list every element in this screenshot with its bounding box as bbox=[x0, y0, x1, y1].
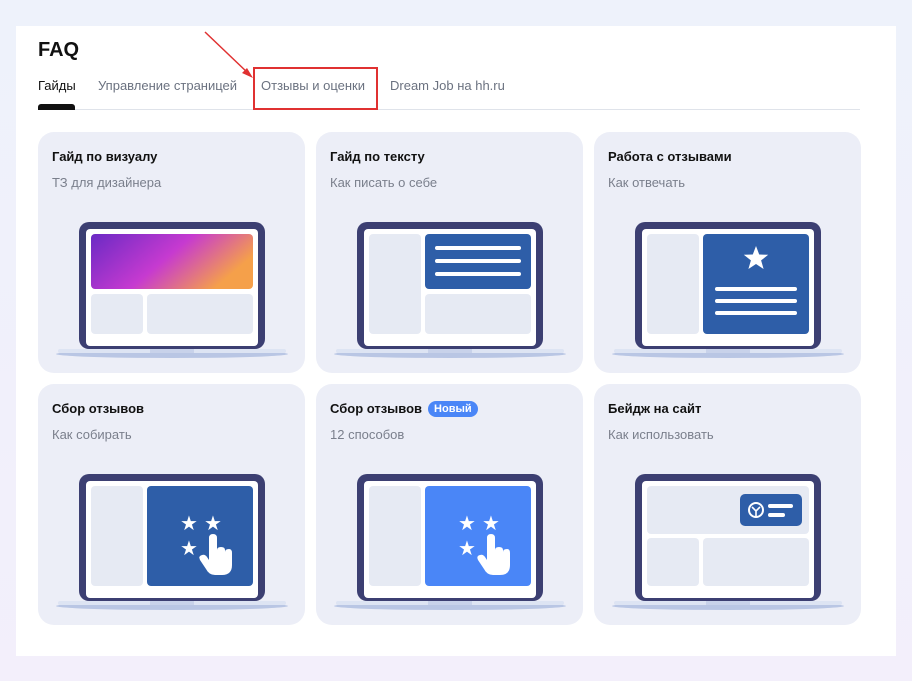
card-collect-reviews[interactable]: Сбор отзывов Как собирать ★ ★ ★ bbox=[38, 384, 305, 625]
svg-text:★: ★ bbox=[458, 511, 476, 535]
card-subtitle: ТЗ для дизайнера bbox=[52, 175, 162, 190]
svg-text:★: ★ bbox=[180, 536, 198, 560]
active-tab-indicator bbox=[38, 104, 75, 110]
laptop-gradient-banner-icon bbox=[56, 222, 288, 358]
card-title: Работа с отзывами bbox=[608, 149, 732, 164]
svg-text:★: ★ bbox=[180, 511, 198, 535]
svg-text:★: ★ bbox=[204, 511, 222, 535]
card-subtitle: Как собирать bbox=[52, 427, 132, 442]
card-title: Гайд по визуалу bbox=[52, 149, 158, 164]
tab-highlight-box bbox=[253, 67, 378, 110]
svg-text:★: ★ bbox=[482, 511, 500, 535]
new-badge: Новый bbox=[428, 401, 478, 417]
card-title: Гайд по тексту bbox=[330, 149, 425, 164]
laptop-stars-tap-light-icon: ★ ★ ★ bbox=[334, 474, 566, 610]
card-subtitle: Как писать о себе bbox=[330, 175, 438, 190]
tab-bar: Гайды Управление страницей Отзывы и оцен… bbox=[38, 78, 860, 110]
card-review-work[interactable]: Работа с отзывами Как отвечать bbox=[594, 132, 861, 373]
tab-dream-job[interactable]: Dream Job на hh.ru bbox=[390, 78, 505, 93]
card-title-text: Сбор отзывов bbox=[330, 401, 423, 416]
page-title: FAQ bbox=[38, 39, 80, 61]
card-subtitle: Как использовать bbox=[608, 427, 714, 442]
card-visual-guide[interactable]: Гайд по визуалу ТЗ для дизайнера bbox=[38, 132, 305, 373]
card-text-guide[interactable]: Гайд по тексту Как писать о себе bbox=[316, 132, 583, 373]
card-subtitle: Как отвечать bbox=[608, 175, 686, 190]
tab-page-management[interactable]: Управление страницей bbox=[98, 78, 237, 93]
laptop-text-lines-icon bbox=[334, 222, 566, 358]
card-site-badge[interactable]: Бейдж на сайт Как использовать bbox=[594, 384, 861, 625]
card-collect-reviews-new[interactable]: Сбор отзывов Новый 12 способов ★ ★ ★ bbox=[316, 384, 583, 625]
card-subtitle: 12 способов bbox=[330, 427, 405, 442]
card-title: Сбор отзывов bbox=[52, 401, 145, 416]
laptop-star-review-icon bbox=[612, 222, 844, 358]
laptop-site-badge-icon bbox=[612, 474, 844, 610]
faq-panel: FAQ Гайды Управление страницей Отзывы и … bbox=[16, 26, 896, 656]
laptop-stars-tap-icon: ★ ★ ★ bbox=[56, 474, 288, 610]
tab-guides[interactable]: Гайды bbox=[38, 78, 76, 93]
svg-text:★: ★ bbox=[458, 536, 476, 560]
card-title: Сбор отзывов Новый bbox=[330, 401, 478, 417]
card-title: Бейдж на сайт bbox=[608, 401, 702, 416]
